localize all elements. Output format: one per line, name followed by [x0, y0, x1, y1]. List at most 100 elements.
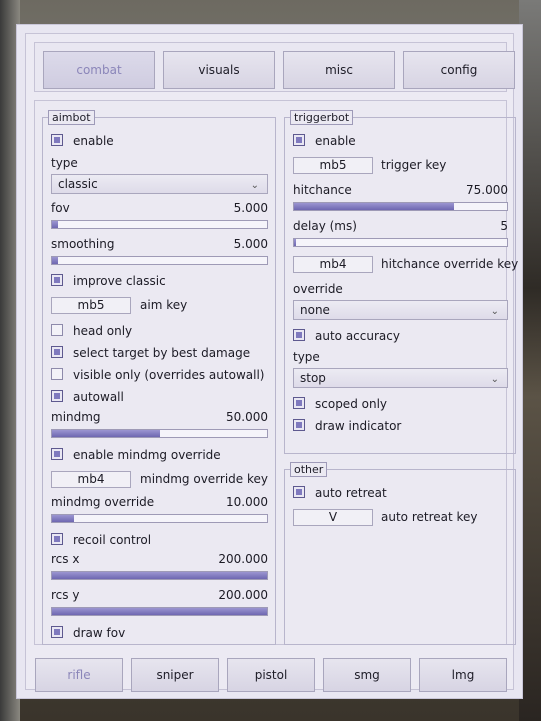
auto-retreat-checkbox[interactable]: [293, 486, 305, 498]
improve-classic-label: improve classic: [73, 274, 166, 288]
rcs-y-value: 200.000: [218, 588, 268, 602]
smoothing-label: smoothing: [51, 237, 115, 251]
head-only-checkbox[interactable]: [51, 324, 63, 336]
override-value: none: [300, 303, 330, 317]
delay-slider-fill: [294, 239, 297, 246]
auto-retreat-key-button[interactable]: V: [293, 509, 373, 526]
weapon-tab-smg[interactable]: smg: [323, 658, 411, 692]
tab-visuals[interactable]: visuals: [163, 51, 275, 89]
mindmg-override-enable-label: enable mindmg override: [73, 448, 221, 462]
aim-key-button[interactable]: mb5: [51, 297, 131, 314]
override-select[interactable]: none ⌄: [293, 300, 508, 320]
fov-value: 5.000: [233, 201, 268, 215]
autowall-checkbox[interactable]: [51, 390, 63, 402]
draw-fov-checkbox[interactable]: [51, 626, 63, 638]
rcs-x-slider[interactable]: [51, 571, 268, 580]
smoothing-slider[interactable]: [51, 256, 268, 265]
head-only-label: head only: [73, 324, 133, 338]
rcs-x-slider-fill: [52, 572, 267, 579]
trigger-type-select[interactable]: stop ⌄: [293, 368, 508, 388]
hitchance-label: hitchance: [293, 183, 352, 197]
tab-misc[interactable]: misc: [283, 51, 395, 89]
visible-only-label: visible only (overrides autowall): [73, 368, 265, 382]
hitchance-slider[interactable]: [293, 202, 508, 211]
aimbot-enable-label: enable: [73, 134, 114, 148]
hitchance-override-key-button[interactable]: mb4: [293, 256, 373, 273]
hitchance-slider-fill: [294, 203, 454, 210]
auto-retreat-row[interactable]: auto retreat: [293, 485, 508, 501]
auto-accuracy-label: auto accuracy: [315, 329, 400, 343]
best-damage-row[interactable]: select target by best damage: [51, 345, 268, 361]
auto-accuracy-row[interactable]: auto accuracy: [293, 328, 508, 344]
trigger-type-label: type: [293, 350, 320, 364]
mindmg-label: mindmg: [51, 410, 101, 424]
auto-retreat-label: auto retreat: [315, 486, 387, 500]
trigger-key-button[interactable]: mb5: [293, 157, 373, 174]
recoil-control-label: recoil control: [73, 533, 152, 547]
mindmg-override-label: mindmg override: [51, 495, 155, 509]
autowall-row[interactable]: autowall: [51, 389, 268, 405]
smoothing-slider-fill: [52, 257, 59, 264]
auto-accuracy-checkbox[interactable]: [293, 329, 305, 341]
tab-combat[interactable]: combat: [43, 51, 155, 89]
fov-label: fov: [51, 201, 70, 215]
mindmg-override-slider-fill: [52, 515, 74, 522]
mindmg-override-key-label: mindmg override key: [140, 472, 269, 486]
hitchance-override-key-label: hitchance override key: [381, 257, 519, 271]
menu-window: combat visuals misc config aimbot enable…: [16, 24, 523, 699]
mindmg-value: 50.000: [226, 410, 268, 424]
mindmg-override-key-button[interactable]: mb4: [51, 471, 131, 488]
tab-config[interactable]: config: [403, 51, 515, 89]
draw-indicator-checkbox[interactable]: [293, 419, 305, 431]
draw-fov-row[interactable]: draw fov: [51, 625, 268, 641]
other-group: other auto retreat V auto retreat key: [284, 462, 516, 645]
aimbot-enable-row[interactable]: enable: [51, 133, 268, 149]
mindmg-override-slider[interactable]: [51, 514, 268, 523]
auto-retreat-key-label: auto retreat key: [381, 510, 478, 524]
scoped-only-checkbox[interactable]: [293, 397, 305, 409]
rcs-y-slider[interactable]: [51, 607, 268, 616]
head-only-row[interactable]: head only: [51, 323, 268, 339]
aimbot-type-value: classic: [58, 177, 98, 191]
rcs-x-value: 200.000: [218, 552, 268, 566]
aim-key-label: aim key: [140, 298, 188, 312]
weapon-tab-pistol[interactable]: pistol: [227, 658, 315, 692]
chevron-down-icon: ⌄: [490, 374, 499, 385]
mindmg-override-row[interactable]: enable mindmg override: [51, 447, 268, 463]
aimbot-group: aimbot enable type classic ⌄ fov 5.000 s…: [42, 110, 276, 645]
draw-indicator-label: draw indicator: [315, 419, 402, 433]
improve-classic-checkbox[interactable]: [51, 274, 63, 286]
aimbot-type-label: type: [51, 156, 78, 170]
recoil-control-row[interactable]: recoil control: [51, 532, 268, 548]
trigger-enable-row[interactable]: enable: [293, 133, 508, 149]
delay-slider[interactable]: [293, 238, 508, 247]
visible-only-row[interactable]: visible only (overrides autowall): [51, 367, 268, 383]
best-damage-label: select target by best damage: [73, 346, 251, 360]
chevron-down-icon: ⌄: [250, 180, 259, 191]
trigger-type-value: stop: [300, 371, 326, 385]
weapon-tab-lmg[interactable]: lmg: [419, 658, 507, 692]
recoil-control-checkbox[interactable]: [51, 533, 63, 545]
weapon-tab-rifle[interactable]: rifle: [35, 658, 123, 692]
scoped-only-label: scoped only: [315, 397, 388, 411]
trigger-enable-checkbox[interactable]: [293, 134, 305, 146]
best-damage-checkbox[interactable]: [51, 346, 63, 358]
mindmg-override-checkbox[interactable]: [51, 448, 63, 460]
override-label: override: [293, 282, 343, 296]
draw-indicator-row[interactable]: draw indicator: [293, 418, 508, 434]
mindmg-slider[interactable]: [51, 429, 268, 438]
fov-slider[interactable]: [51, 220, 268, 229]
aimbot-enable-checkbox[interactable]: [51, 134, 63, 146]
mindmg-override-value: 10.000: [226, 495, 268, 509]
scoped-only-row[interactable]: scoped only: [293, 396, 508, 412]
weapon-tab-sniper[interactable]: sniper: [131, 658, 219, 692]
fov-slider-fill: [52, 221, 59, 228]
improve-classic-row[interactable]: improve classic: [51, 273, 268, 289]
combat-content: aimbot enable type classic ⌄ fov 5.000 s…: [34, 100, 518, 645]
triggerbot-group: triggerbot enable mb5 trigger key hitcha…: [284, 110, 519, 454]
trigger-enable-label: enable: [315, 134, 356, 148]
rcs-y-slider-fill: [52, 608, 267, 615]
mindmg-slider-fill: [52, 430, 160, 437]
aimbot-type-select[interactable]: classic ⌄: [51, 174, 268, 194]
visible-only-checkbox[interactable]: [51, 368, 63, 380]
